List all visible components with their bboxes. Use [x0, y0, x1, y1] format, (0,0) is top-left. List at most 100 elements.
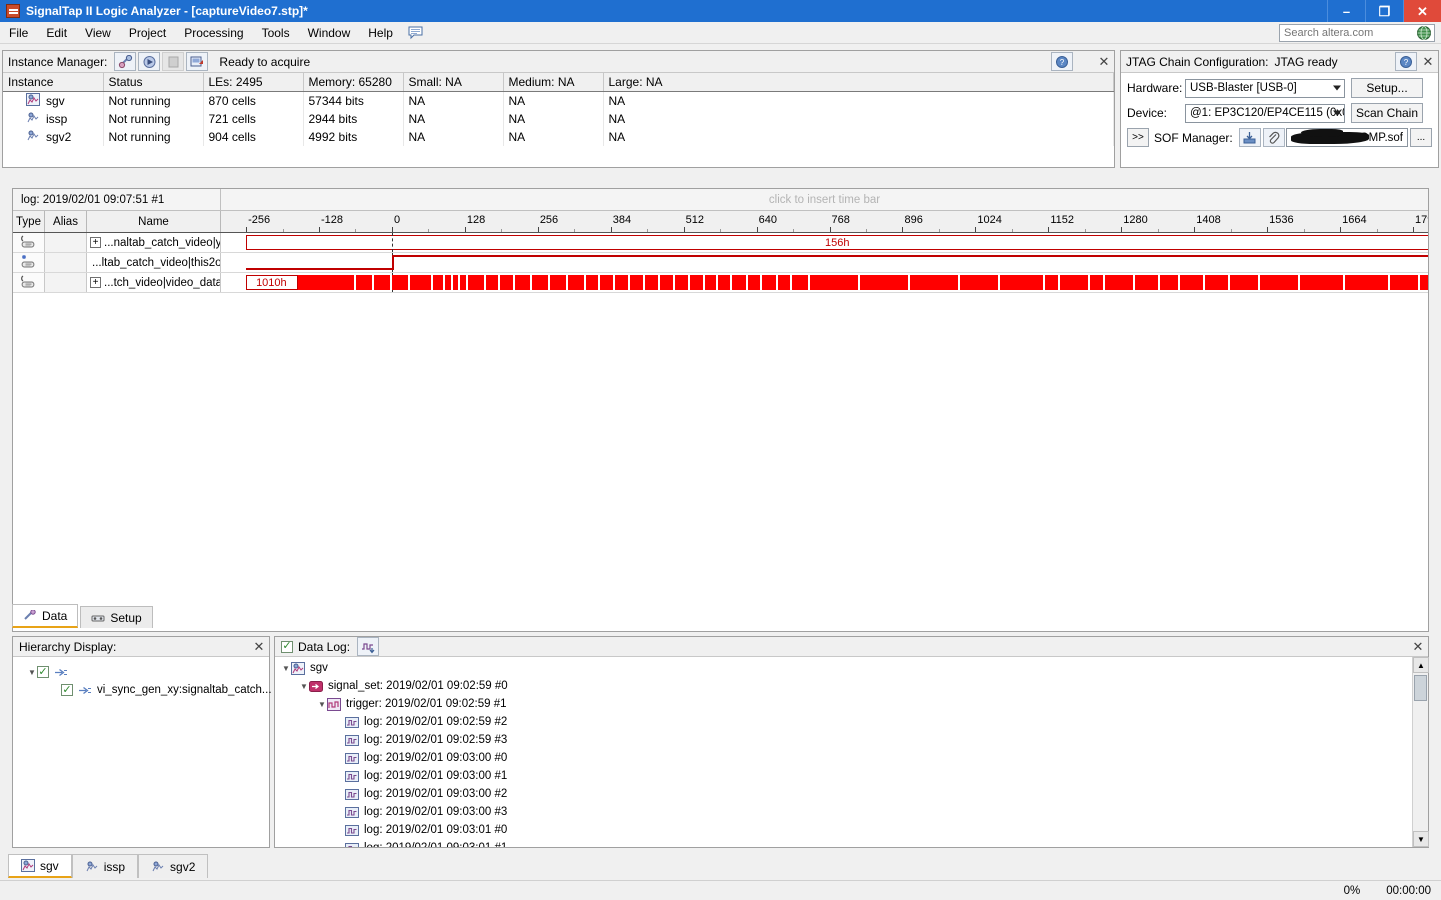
waveform-row[interactable]: + ...tch_video|video_data 1010h [13, 273, 1428, 293]
list-item[interactable]: log: 2019/02/01 09:03:00 #3 [275, 803, 1411, 821]
menu-view[interactable]: View [76, 24, 120, 42]
list-item[interactable]: log: 2019/02/01 09:03:01 #0 [275, 821, 1411, 839]
stop-analysis-icon[interactable] [162, 52, 185, 71]
instance-manager-close[interactable]: ✕ [1094, 54, 1114, 70]
note-icon[interactable] [408, 26, 424, 40]
menu-processing[interactable]: Processing [175, 24, 252, 42]
device-label: Device: [1127, 106, 1168, 120]
signal-alias-cell[interactable] [45, 233, 87, 252]
autorun-analysis-icon[interactable] [138, 52, 161, 71]
scroll-down-button[interactable]: ▼ [1413, 831, 1429, 847]
signal-alias-cell[interactable] [45, 273, 87, 292]
time-ruler[interactable]: -256 -128 0 128 256 384 512 640 768 896 1024 1152 12… [221, 211, 1428, 232]
tab-sgv[interactable]: sgv [8, 854, 72, 878]
instance-icon [151, 860, 165, 873]
help-icon[interactable]: ? [1395, 52, 1417, 71]
run-analysis-icon[interactable] [114, 52, 137, 71]
col-instance[interactable]: Instance [3, 73, 104, 92]
table-row[interactable]: issp Not running 721 cells 2944 bits NA … [3, 110, 1114, 128]
search-input[interactable] [1280, 26, 1416, 40]
signal-name-cell[interactable]: + ...naltab_catch_video|y [87, 233, 221, 252]
sof-file-field[interactable]: VCOMP.sof [1285, 128, 1408, 147]
list-item[interactable]: log: 2019/02/01 09:03:00 #2 [275, 785, 1411, 803]
list-item[interactable]: ▼ sgv [275, 659, 1411, 677]
table-row[interactable]: sgv Not running 870 cells 57344 bits NA … [3, 91, 1114, 110]
bus-transition-marker [498, 275, 500, 290]
list-item[interactable]: log: 2019/02/01 09:02:59 #2 [275, 713, 1411, 731]
chevron-down-icon[interactable]: ▼ [299, 682, 309, 691]
col-medium[interactable]: Medium: NA [503, 73, 604, 92]
log-icon[interactable] [357, 637, 380, 656]
close-button[interactable]: ✕ [1403, 0, 1441, 22]
list-item[interactable]: log: 2019/02/01 09:03:00 #1 [275, 767, 1411, 785]
checkbox[interactable]: ✓ [281, 640, 293, 653]
tab-data[interactable]: Data [12, 604, 79, 628]
tab-setup[interactable]: Setup [80, 606, 153, 628]
scan-chain-button[interactable]: Scan Chain [1351, 103, 1423, 123]
bus-transition-marker [1298, 275, 1300, 290]
setup-button[interactable]: Setup... [1351, 78, 1423, 98]
instance-tabs: sgv issp sgv2 [8, 854, 209, 878]
checkbox[interactable]: ✓ [37, 666, 49, 678]
chevron-down-icon[interactable]: ▼ [27, 668, 37, 677]
hierarchy-close-button[interactable]: ✕ [249, 639, 269, 655]
chevron-down-icon[interactable]: ▼ [281, 664, 291, 673]
menu-project[interactable]: Project [120, 24, 175, 42]
device-select[interactable]: @1: EP3C120/EP4CE115 (0x0 [1185, 103, 1345, 123]
tab-issp[interactable]: issp [71, 854, 139, 878]
waveform-track-dense-bus[interactable]: 1010h [221, 273, 1428, 292]
waveform-track-bus[interactable]: 156h [221, 233, 1428, 252]
signal-name-cell[interactable]: + ...tch_video|video_data [87, 273, 221, 292]
data-log-close-button[interactable]: ✕ [1408, 639, 1428, 655]
menu-edit[interactable]: Edit [37, 24, 76, 42]
col-type[interactable]: Type [13, 211, 45, 232]
menu-window[interactable]: Window [299, 24, 360, 42]
tab-sgv2[interactable]: sgv2 [138, 854, 209, 878]
insert-time-bar[interactable]: click to insert time bar [221, 189, 1428, 210]
col-les[interactable]: LEs: 2495 [203, 73, 304, 92]
program-icon[interactable] [1238, 128, 1261, 147]
small-cell: NA [403, 91, 504, 110]
scroll-thumb[interactable] [1414, 675, 1427, 701]
list-item[interactable]: ▼ signal_set: 2019/02/01 09:02:59 #0 [275, 677, 1411, 695]
menu-file[interactable]: File [0, 24, 37, 42]
minimize-button[interactable]: – [1327, 0, 1365, 22]
checkbox[interactable]: ✓ [61, 684, 73, 696]
expand-icon[interactable]: + [90, 277, 101, 288]
help-icon[interactable]: ? [1051, 52, 1073, 71]
list-item[interactable]: log: 2019/02/01 09:03:01 #1 [275, 839, 1411, 847]
waveform-track-step[interactable] [221, 253, 1428, 272]
program-device-icon[interactable] [186, 52, 209, 71]
sof-browse-button[interactable]: ... [1410, 128, 1432, 147]
restore-button[interactable]: ❐ [1365, 0, 1403, 22]
list-item[interactable]: log: 2019/02/01 09:02:59 #3 [275, 731, 1411, 749]
attach-icon[interactable] [1262, 128, 1285, 147]
col-name[interactable]: Name [87, 211, 221, 232]
list-item[interactable]: ▼ trigger: 2019/02/01 09:02:59 #1 [275, 695, 1411, 713]
chevron-down-icon[interactable]: ▼ [317, 700, 327, 709]
col-memory[interactable]: Memory: 65280 [303, 73, 404, 92]
signal-name-cell[interactable]: ...ltab_catch_video|this2out [87, 253, 221, 272]
menu-tools[interactable]: Tools [253, 24, 299, 42]
tree-node[interactable]: ▼ ✓ [17, 663, 265, 681]
waveform-row[interactable]: ...ltab_catch_video|this2out [13, 253, 1428, 273]
col-alias[interactable]: Alias [45, 211, 87, 232]
menu-help[interactable]: Help [359, 24, 402, 42]
search-box[interactable] [1279, 24, 1435, 42]
data-log-tree[interactable]: ▼ sgv ▼ signal_set: 2019/02/01 09:02:59 #0 ▼… [275, 657, 1411, 847]
jtag-close-button[interactable]: ✕ [1418, 54, 1438, 70]
col-large[interactable]: Large: NA [603, 73, 1114, 92]
table-row[interactable]: sgv2 Not running 904 cells 4992 bits NA … [3, 128, 1114, 146]
signal-alias-cell[interactable] [45, 253, 87, 272]
col-status[interactable]: Status [103, 73, 204, 92]
tree-node[interactable]: ✓ vi_sync_gen_xy:signaltab_catch... [17, 681, 272, 699]
col-small[interactable]: Small: NA [403, 73, 504, 92]
scroll-up-button[interactable]: ▲ [1413, 657, 1429, 673]
globe-icon[interactable] [1416, 25, 1432, 41]
sof-expand-button[interactable]: >> [1127, 128, 1149, 147]
waveform-row[interactable]: + ...naltab_catch_video|y 156h [13, 233, 1428, 253]
data-log-scrollbar[interactable]: ▲ ▼ [1412, 657, 1429, 847]
expand-icon[interactable]: + [90, 237, 101, 248]
list-item[interactable]: log: 2019/02/01 09:03:00 #0 [275, 749, 1411, 767]
hardware-select[interactable]: USB-Blaster [USB-0] [1185, 78, 1345, 98]
